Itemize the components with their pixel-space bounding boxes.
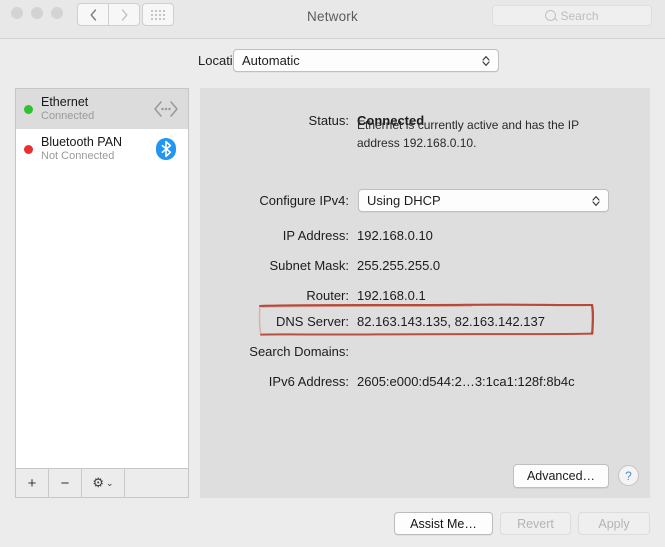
dns-server-value: 82.163.143.135, 82.163.142.137 [357, 314, 545, 329]
router-label: Router: [306, 288, 349, 303]
window-titlebar: Network Search [0, 0, 665, 39]
dns-server-label: DNS Server: [276, 314, 349, 329]
sidebar-toolbar: + − ⚙ ⌄ [16, 468, 188, 497]
advanced-button-label: Advanced… [526, 469, 596, 483]
remove-service-button[interactable]: − [49, 469, 82, 497]
ipv6-address-row: IPv6 Address: 2605:e000:d544:2…3:1ca1:12… [200, 374, 650, 389]
ethernet-icon [153, 97, 179, 121]
list-item[interactable]: Ethernet Connected [16, 89, 188, 129]
subnet-mask-row: Subnet Mask: 255.255.255.0 [200, 258, 650, 273]
bluetooth-icon [153, 137, 179, 161]
configure-ipv4-label: Configure IPv4: [259, 193, 349, 208]
apply-button: Apply [578, 512, 650, 535]
location-select[interactable]: Automatic [233, 49, 499, 72]
ipv6-address-label: IPv6 Address: [268, 374, 349, 389]
search-domains-row: Search Domains: [200, 344, 650, 359]
service-name: Bluetooth PAN [41, 135, 123, 150]
chevron-down-icon: ⌄ [106, 477, 114, 488]
ipv6-address-value: 2605:e000:d544:2…3:1ca1:128f:8b4c [357, 374, 575, 389]
help-button[interactable]: ? [618, 465, 639, 486]
subnet-mask-value: 255.255.255.0 [357, 258, 441, 273]
service-name: Ethernet [41, 95, 89, 110]
configure-ipv4-row: Configure IPv4: Using DHCP [200, 189, 650, 212]
dns-server-row: DNS Server: 82.163.143.135, 82.163.142.1… [200, 314, 650, 329]
configure-ipv4-select[interactable]: Using DHCP [358, 189, 609, 212]
search-domains-label: Search Domains: [249, 344, 349, 359]
network-services-sidebar: Ethernet Connected Bluetooth PAN Not Con… [15, 88, 189, 498]
sidebar-toolbar-filler [125, 469, 188, 497]
assist-me-button[interactable]: Assist Me… [394, 512, 493, 535]
service-actions-menu-button[interactable]: ⚙ ⌄ [82, 469, 125, 497]
list-item[interactable]: Bluetooth PAN Not Connected [16, 129, 188, 169]
question-mark-icon: ? [625, 468, 632, 483]
subnet-mask-label: Subnet Mask: [269, 258, 350, 273]
search-input[interactable]: Search [492, 5, 652, 26]
location-selected-value: Automatic [242, 53, 300, 68]
gear-icon: ⚙ [92, 475, 105, 490]
stepper-arrows-icon [592, 195, 600, 207]
router-value: 192.168.0.1 [357, 288, 426, 303]
service-status: Not Connected [41, 149, 115, 162]
plus-icon: + [27, 474, 37, 492]
minus-icon: − [60, 474, 70, 492]
status-indicator-dot [24, 104, 33, 114]
service-status: Connected [41, 109, 95, 122]
apply-button-label: Apply [598, 516, 630, 531]
advanced-button[interactable]: Advanced… [513, 464, 609, 488]
configure-ipv4-selected-value: Using DHCP [367, 193, 441, 208]
add-service-button[interactable]: + [16, 469, 49, 497]
ip-address-value: 192.168.0.10 [357, 228, 433, 243]
search-placeholder: Search [560, 8, 599, 23]
ip-address-label: IP Address: [282, 228, 349, 243]
assist-me-button-label: Assist Me… [410, 516, 477, 531]
router-row: Router: 192.168.0.1 [200, 288, 650, 303]
revert-button-label: Revert [517, 516, 554, 531]
status-indicator-dot [24, 144, 33, 154]
service-detail-panel: Status: Connected Ethernet is currently … [200, 88, 650, 498]
revert-button: Revert [500, 512, 571, 535]
network-services-list[interactable]: Ethernet Connected Bluetooth PAN Not Con… [16, 89, 188, 469]
window-footer: Assist Me… Revert Apply [0, 499, 665, 547]
stepper-arrows-icon [482, 55, 490, 67]
status-description: Ethernet is currently active and has the… [357, 118, 579, 150]
search-icon [545, 10, 557, 21]
status-label: Status: [308, 113, 349, 128]
network-preferences-window: Network Search Location: Automatic Ether [0, 0, 665, 547]
ip-address-row: IP Address: 192.168.0.10 [200, 228, 650, 243]
